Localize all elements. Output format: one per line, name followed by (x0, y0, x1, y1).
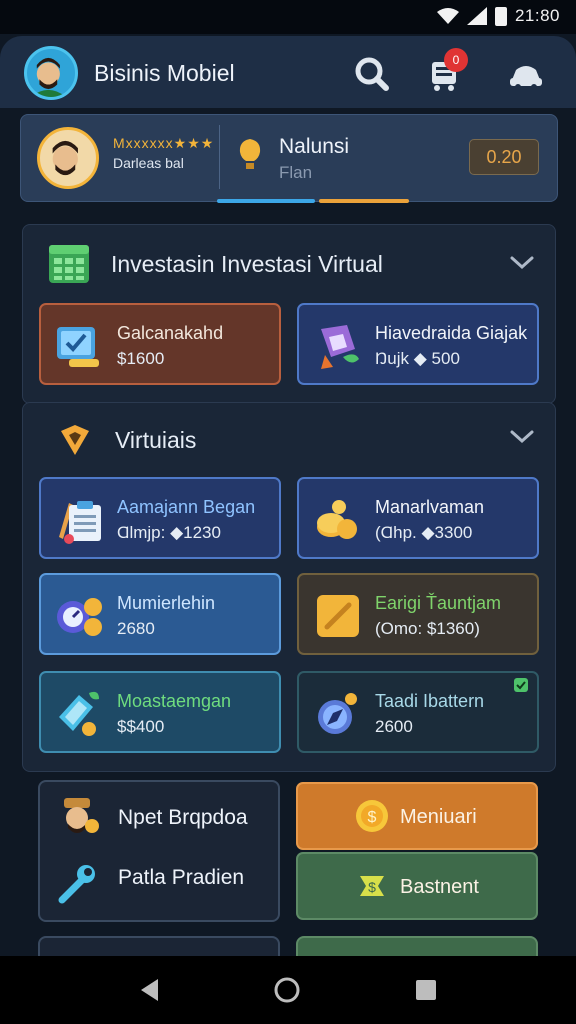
wifi-icon (436, 8, 459, 24)
virtual-card[interactable]: Manarlvaman (Ɑhp. ◆3300 (297, 477, 539, 559)
section-virtuals: Virtuiais Aamajann Began Ɑlmjp: ◆1230 Ma… (22, 402, 556, 772)
signal-icon (466, 7, 487, 25)
spreadsheet-icon (49, 245, 89, 283)
gold-card-icon (317, 595, 359, 637)
system-nav-bar (0, 956, 576, 1024)
bottom-panel: Npet Brqpdoa Patla Pradien (38, 780, 280, 922)
section-title: Investasin Investasi Virtual (111, 251, 383, 277)
profile-avatar (37, 127, 99, 189)
button-label: Bastnent (400, 876, 479, 898)
dollar-icon: $ (360, 876, 384, 896)
avatar-face-icon (30, 57, 67, 97)
button-label: Meniuari (400, 806, 477, 828)
status-time: 21:80 (514, 6, 560, 25)
profile-card[interactable]: Mxxxxxx★★★ Darleas bal Nalunsi Flan 0.20 (20, 114, 558, 203)
profile-face-icon (52, 140, 78, 176)
diamond-badge-icon (61, 425, 89, 455)
meniuari-button[interactable]: $ Meniuari (296, 782, 538, 850)
battery-icon (494, 6, 507, 26)
card-price: $1600 (117, 349, 165, 368)
chevron-down-icon[interactable] (509, 255, 535, 271)
virtual-card[interactable]: Aamajann Began Ɑlmjp: ◆1230 (39, 477, 281, 559)
car-icon[interactable] (506, 54, 546, 94)
tab-indicator-orange (319, 199, 409, 203)
svg-text:$: $ (368, 809, 377, 826)
card-title: Aamajann Began (117, 497, 256, 517)
app-title: Bisinis Mobiel (94, 60, 235, 86)
recents-icon[interactable] (412, 976, 440, 1004)
back-icon[interactable] (136, 976, 164, 1004)
card-title: Manarlvaman (375, 497, 485, 517)
avatar[interactable] (24, 46, 78, 100)
virtual-card[interactable]: Taadi Ibattern 2600 (297, 671, 539, 753)
chevron-down-icon[interactable] (509, 429, 535, 445)
svg-text:$: $ (368, 879, 376, 895)
coin-icon: $ (356, 800, 388, 832)
divider (219, 125, 220, 189)
compass-icon (318, 693, 357, 734)
card-title: Earigi Ťauntjam (375, 593, 502, 613)
tablet-coins-icon (59, 691, 99, 736)
check-badge-icon (514, 678, 528, 692)
status-bar: 21:80 (0, 0, 576, 34)
card-price: (Ɑhp. ◆3300 (375, 523, 473, 542)
merchant-icon[interactable] (56, 796, 100, 840)
balance-value[interactable]: 0.20 (469, 139, 539, 175)
virtual-card[interactable]: Earigi Ťauntjam (Omo: $1360) (297, 573, 539, 655)
coins-icon (317, 500, 357, 539)
rank-stars: Mxxxxxx★★★ (113, 135, 215, 151)
virtual-card[interactable]: Mumierlehin 2680 (39, 573, 281, 655)
card-price: Ŋujk ◆ 500 (375, 349, 460, 368)
card-title: Taadi Ibattern (375, 691, 485, 711)
card-title: Hiavedraida Giajak (375, 323, 528, 343)
balance-label: Nalunsi (279, 135, 350, 158)
bastnent-button[interactable]: $ Bastnent (296, 852, 538, 920)
investment-card[interactable]: Hiavedraida Giajak Ŋujk ◆ 500 (297, 303, 539, 385)
bottom-item-label[interactable]: Patla Pradien (118, 866, 244, 890)
rank-label: Darleas bal (113, 155, 184, 171)
card-title: Galcanakahd (117, 323, 224, 343)
card-price: $$400 (117, 717, 165, 736)
home-icon[interactable] (273, 976, 301, 1004)
card-price: (Omo: $1360) (375, 619, 480, 638)
clipboard-icon (59, 501, 101, 544)
section-virtual-investments: Investasin Investasi Virtual Galcanakahd… (22, 224, 556, 404)
check-card-icon (57, 327, 99, 367)
wrench-icon[interactable] (56, 860, 100, 904)
balance-sub: Flan (279, 163, 313, 182)
search-icon[interactable] (352, 54, 392, 94)
virtual-card[interactable]: Moastaemgan $$400 (39, 671, 281, 753)
card-title: Mumierlehin (117, 593, 216, 613)
card-title: Moastaemgan (117, 691, 232, 711)
tab-indicator-blue (217, 199, 315, 203)
investment-card[interactable]: Galcanakahd $1600 (39, 303, 281, 385)
card-price: 2680 (117, 619, 155, 638)
gem-plant-icon (321, 325, 359, 369)
card-price: Ɑlmjp: ◆1230 (117, 523, 221, 542)
gauge-coins-icon (57, 598, 102, 636)
section-title: Virtuiais (115, 427, 197, 453)
bulb-icon (239, 139, 261, 169)
bottom-item-label[interactable]: Npet Brqpdoa (118, 806, 248, 830)
card-price: 2600 (375, 717, 413, 736)
app-header: Bisinis Mobiel 0 (0, 36, 576, 108)
cart-badge: 0 (444, 48, 468, 72)
